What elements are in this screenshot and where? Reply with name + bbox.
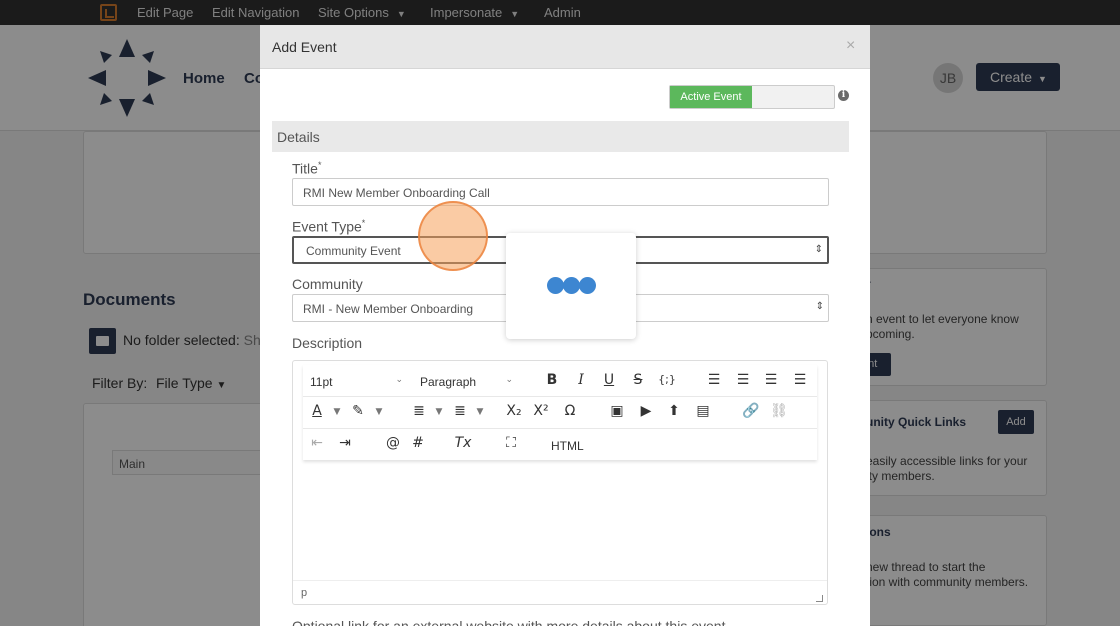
close-icon[interactable]: × [846,37,855,55]
chevron-down-icon[interactable]: ▼ [475,407,485,417]
chevron-down-icon[interactable]: ▼ [374,407,384,417]
click-highlight [418,201,488,271]
toolbar-row-3: ⇤ ⇥ @ # Tx ⛶ HTML [303,429,817,461]
element-path[interactable]: p [301,587,307,599]
edit-image-icon[interactable]: ▤ [693,403,713,419]
unlink-icon[interactable]: ⛓ [769,403,789,419]
align-right-icon[interactable]: ☰ [761,372,781,388]
modal-title: Add Event [272,39,337,55]
bullet-list-icon[interactable]: ≣ [409,403,429,419]
loading-indicator [506,233,636,339]
title-input[interactable]: RMI New Member Onboarding Call [292,178,829,206]
event-type-label: Event Type* [292,218,365,235]
optional-link-label: Optional link for an external website wi… [292,618,726,626]
details-section-header: Details [272,121,849,152]
outdent-icon[interactable]: ⇤ [307,435,327,451]
community-label: Community [292,276,363,292]
underline-icon[interactable]: U [599,372,619,388]
loading-dot-icon [579,277,596,294]
numbered-list-icon[interactable]: ≣ [450,403,470,419]
highlight-color-icon[interactable]: ✎ [348,403,368,419]
editor-content-area[interactable] [293,465,827,579]
toolbar-row-2: A ▼ ✎ ▼ ≣ ▼ ≣ ▼ X₂ X² Ω ▣ ▶ ⬆ ▤ 🔗 ⛓ [303,397,817,429]
community-value: RMI - New Member Onboarding [303,302,474,316]
toolbar-row-1: 11pt ⌄ Paragraph ⌄ B I U S {;} ☰ ☰ ☰ ☰ [303,365,817,397]
select-arrows-icon: ⇕ [815,301,824,312]
align-center-icon[interactable]: ☰ [733,372,753,388]
chevron-down-icon[interactable]: ▼ [434,407,444,417]
special-character-icon[interactable]: Ω [560,403,580,419]
block-format-value: Paragraph [420,375,477,389]
editor-toolbar: 11pt ⌄ Paragraph ⌄ B I U S {;} ☰ ☰ ☰ ☰ A ▼… [303,365,817,460]
superscript-icon[interactable]: X² [531,403,551,419]
required-mark: * [317,160,322,170]
title-label-text: Title [292,160,318,177]
code-icon[interactable]: {;} [657,373,677,386]
resize-handle-icon[interactable] [816,595,823,602]
upload-icon[interactable]: ⬆ [664,403,684,419]
mention-icon[interactable]: @ [383,435,403,451]
align-justify-icon[interactable]: ☰ [790,372,810,388]
link-icon[interactable]: 🔗 [741,403,761,419]
event-type-label-text: Event Type [292,218,362,235]
loading-dot-icon [547,277,564,294]
block-format-select[interactable]: Paragraph ⌄ [413,371,519,393]
fullscreen-icon[interactable]: ⛶ [501,435,521,451]
chevron-down-icon[interactable]: ▼ [332,407,342,417]
html-source-button[interactable]: HTML [551,439,584,453]
hashtag-icon[interactable]: # [408,435,428,451]
description-label: Description [292,335,363,351]
insert-media-icon[interactable]: ▶ [636,403,656,419]
info-icon[interactable]: i [838,90,849,101]
font-size-value: 11pt [310,375,333,389]
select-arrows-icon: ⇕ [814,244,823,255]
insert-image-icon[interactable]: ▣ [607,403,627,419]
font-size-select[interactable]: 11pt ⌄ [303,371,409,393]
event-type-value: Community Event [306,244,401,258]
italic-icon[interactable]: I [571,372,591,388]
modal-header: Add Event × [260,25,870,69]
active-event-label: Active Event [670,86,752,108]
subscript-icon[interactable]: X₂ [504,403,524,419]
title-label: Title* [292,160,321,177]
loading-dot-icon [563,277,580,294]
chevron-down-icon: ⌄ [395,374,403,384]
editor-statusbar: p [293,580,827,605]
required-mark: * [361,218,366,228]
text-color-icon[interactable]: A [307,403,327,419]
indent-icon[interactable]: ⇥ [335,435,355,451]
description-editor: 11pt ⌄ Paragraph ⌄ B I U S {;} ☰ ☰ ☰ ☰ A ▼… [292,360,828,605]
active-event-toggle[interactable]: Active Event [669,85,835,109]
strikethrough-icon[interactable]: S [628,372,648,388]
bold-icon[interactable]: B [542,372,562,388]
chevron-down-icon: ⌄ [505,374,513,384]
align-left-icon[interactable]: ☰ [704,372,724,388]
clear-formatting-icon[interactable]: Tx [453,435,473,451]
